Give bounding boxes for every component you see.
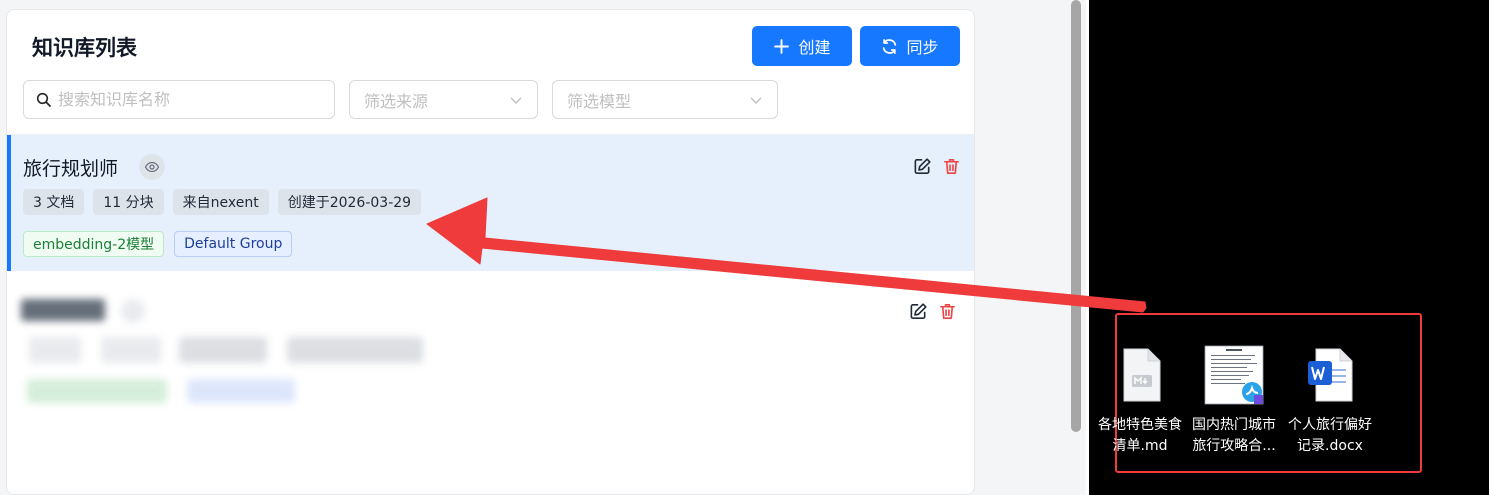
created-date-tag: 创建于2026-03-29 <box>277 189 422 215</box>
knowledge-base-card-blurred[interactable] <box>7 271 974 407</box>
blurred-tag <box>287 337 423 363</box>
blurred-tag <box>101 337 161 363</box>
file-name-line: 国内热门城市 <box>1192 417 1276 433</box>
blurred-chip <box>187 379 295 403</box>
blurred-tag <box>179 337 267 363</box>
model-filter-select[interactable]: 筛选模型 <box>552 80 778 119</box>
group-tag: Default Group <box>174 231 293 257</box>
plus-icon <box>774 38 790 54</box>
create-button[interactable]: 创建 <box>752 26 852 66</box>
edit-button[interactable] <box>911 155 933 177</box>
markdown-file-icon <box>1123 348 1161 402</box>
blurred-title <box>21 299 105 321</box>
blurred-tag <box>29 337 81 363</box>
search-input[interactable] <box>58 90 318 109</box>
chunk-count-tag: 11 分块 <box>93 189 164 215</box>
file-name-line: 旅行攻略合... <box>1192 438 1276 454</box>
sync-button[interactable]: 同步 <box>860 26 960 66</box>
edit-icon <box>910 302 927 319</box>
trash-icon <box>939 303 955 319</box>
model-filter-placeholder: 筛选模型 <box>567 91 632 111</box>
search-box[interactable] <box>23 80 335 119</box>
file-item-word[interactable]: 个人旅行偏好 记录.docx <box>1280 345 1380 457</box>
blurred-eye <box>121 299 145 323</box>
file-item-pdf[interactable]: 国内热门城市 旅行攻略合... <box>1184 345 1284 457</box>
search-icon <box>36 92 51 107</box>
file-name-line: 清单.md <box>1112 438 1168 454</box>
screen: 知识库列表 创建 同步 筛选来源 筛选模型 旅行规划师 <box>0 0 1489 495</box>
delete-button[interactable] <box>936 300 958 322</box>
visibility-toggle[interactable] <box>139 154 165 180</box>
sync-button-label: 同步 <box>906 38 939 57</box>
knowledge-base-panel: 知识库列表 创建 同步 筛选来源 筛选模型 旅行规划师 <box>6 9 975 495</box>
model-tag: embedding-2模型 <box>23 231 165 257</box>
file-name-line: 记录.docx <box>1297 438 1363 454</box>
source-filter-placeholder: 筛选来源 <box>364 91 429 111</box>
chevron-down-icon <box>510 97 522 104</box>
scrollbar-thumb[interactable] <box>1071 0 1081 432</box>
source-filter-select[interactable]: 筛选来源 <box>349 80 538 119</box>
source-tag: 来自nexent <box>172 189 269 215</box>
delete-button[interactable] <box>940 155 962 177</box>
file-name-line: 各地特色美食 <box>1098 417 1182 433</box>
knowledge-base-name: 旅行规划师 <box>23 158 119 180</box>
chevron-down-icon <box>750 97 762 104</box>
model-tags: embedding-2模型 Default Group <box>23 231 293 257</box>
edit-icon <box>914 157 931 174</box>
create-button-label: 创建 <box>798 38 831 57</box>
refresh-icon <box>883 38 897 54</box>
edit-button[interactable] <box>907 300 929 322</box>
pdf-file-icon <box>1204 345 1264 405</box>
doc-count-tag: 3 文档 <box>23 189 85 215</box>
file-item-markdown[interactable]: 各地特色美食 清单.md <box>1090 345 1190 457</box>
word-file-icon <box>1308 348 1353 402</box>
trash-icon <box>943 158 959 174</box>
blurred-chip <box>27 379 167 403</box>
panel-title: 知识库列表 <box>32 36 137 60</box>
file-name-line: 个人旅行偏好 <box>1288 417 1372 433</box>
knowledge-base-card[interactable]: 旅行规划师 3 文档 11 分块 来自nexent 创建于2026-03-29 … <box>7 135 974 271</box>
eye-icon <box>144 161 160 173</box>
stats-tags: 3 文档 11 分块 来自nexent 创建于2026-03-29 <box>23 189 422 215</box>
